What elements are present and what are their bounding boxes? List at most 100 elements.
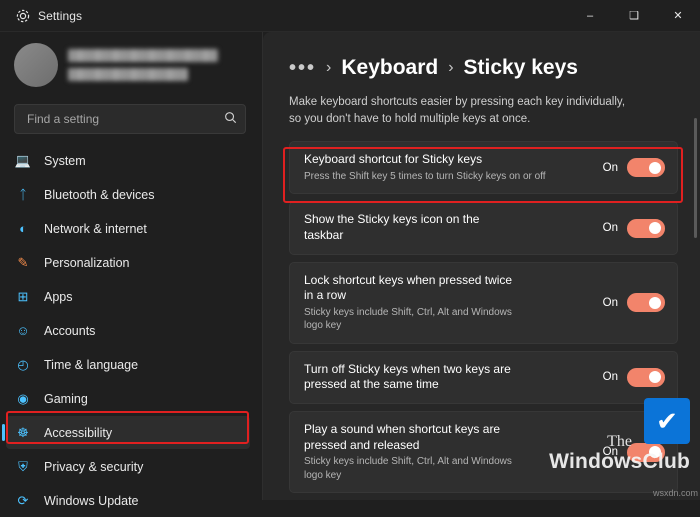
sidebar-item-apps[interactable]: ⊞ Apps	[6, 280, 250, 313]
setting-title: Keyboard shortcut for Sticky keys	[304, 152, 483, 167]
toggle-knob	[649, 222, 661, 235]
check-icon: ✔	[656, 406, 678, 436]
accessibility-icon: ☸	[17, 425, 29, 440]
toggle-state-label: On	[602, 296, 618, 309]
corner-source-tag: wsxdn.com	[652, 488, 698, 498]
setting-text: Play a sound when shortcut keys are pres…	[304, 422, 603, 482]
window-body: 💻 System ᛏ Bluetooth & devices ◐ Network…	[0, 32, 700, 508]
accounts-icon: ☺	[16, 323, 30, 338]
watermark-badge: ✔	[644, 398, 690, 444]
close-button[interactable]: ✕	[656, 0, 700, 32]
toggle-state-label: On	[602, 222, 618, 235]
setting-card-lock-shortcut-keys[interactable]: Lock shortcut keys when pressed twice in…	[289, 261, 678, 344]
content-scrollbar[interactable]	[694, 118, 697, 238]
toggle-group[interactable]: On	[602, 293, 665, 313]
toggle-switch[interactable]	[627, 293, 665, 313]
search-icon	[224, 111, 237, 127]
sidebar-item-accessibility[interactable]: ☸ Accessibility	[2, 416, 250, 449]
toggle-switch[interactable]	[627, 158, 665, 178]
account-name-blurred	[68, 49, 218, 62]
setting-subtitle: Sticky keys include Shift, Ctrl, Alt and…	[304, 306, 512, 332]
toggle-group[interactable]: On	[602, 218, 665, 238]
setting-title: Show the Sticky keys icon on the taskbar	[304, 212, 480, 243]
sidebar-item-label: Windows Update	[44, 493, 139, 508]
sidebar-item-label: Gaming	[44, 391, 88, 406]
sidebar-item-label: Time & language	[44, 357, 139, 372]
maximize-button[interactable]: ❑	[612, 0, 656, 32]
setting-card-keyboard-shortcut[interactable]: Keyboard shortcut for Sticky keys Press …	[289, 141, 678, 195]
page-description: Make keyboard shortcuts easier by pressi…	[289, 96, 626, 125]
minimize-button[interactable]: –	[568, 0, 612, 32]
toggle-knob	[649, 446, 661, 459]
update-icon: ⟳	[17, 493, 29, 508]
toggle-group[interactable]: On	[602, 442, 665, 462]
avatar	[14, 43, 58, 87]
sidebar-item-label: Privacy & security	[44, 459, 144, 474]
sidebar-item-label: System	[44, 153, 86, 168]
setting-text: Lock shortcut keys when pressed twice in…	[304, 273, 603, 333]
setting-card-play-sound[interactable]: Play a sound when shortcut keys are pres…	[289, 411, 678, 494]
sidebar-item-system[interactable]: 💻 System	[6, 144, 250, 177]
apps-icon: ⊞	[17, 289, 29, 304]
sidebar: 💻 System ᛏ Bluetooth & devices ◐ Network…	[0, 32, 262, 508]
sidebar-item-label: Accessibility	[44, 425, 113, 440]
setting-title: Play a sound when shortcut keys are pres…	[304, 422, 501, 452]
setting-subtitle: Sticky keys include Shift, Ctrl, Alt and…	[304, 456, 512, 481]
network-icon: ◐	[19, 221, 27, 236]
sidebar-item-windows-update[interactable]: ⟳ Windows Update	[6, 484, 250, 517]
window-controls: – ❑ ✕	[568, 0, 700, 32]
toggle-group[interactable]: On	[602, 367, 665, 387]
setting-text: Turn off Sticky keys when two keys are p…	[304, 362, 603, 393]
toggle-knob	[649, 296, 661, 309]
settings-gear-icon	[8, 8, 38, 24]
shield-icon: ⛨	[18, 459, 28, 474]
breadcrumb-overflow-button[interactable]: •••	[289, 57, 316, 80]
sidebar-item-label: Accounts	[44, 323, 96, 338]
chevron-right-icon: ›	[326, 59, 332, 76]
breadcrumb: ••• › Keyboard › Sticky keys	[263, 32, 700, 90]
sidebar-item-network-internet[interactable]: ◐ Network & internet	[6, 212, 250, 245]
setting-text: Keyboard shortcut for Sticky keys Press …	[304, 152, 603, 183]
sidebar-nav: 💻 System ᛏ Bluetooth & devices ◐ Network…	[0, 144, 254, 517]
title-bar: Settings – ❑ ✕	[0, 0, 700, 32]
toggle-switch[interactable]	[627, 218, 665, 238]
breadcrumb-keyboard[interactable]: Keyboard	[341, 56, 438, 80]
account-email-blurred	[68, 68, 188, 81]
setting-card-turn-off-two-keys[interactable]: Turn off Sticky keys when two keys are p…	[289, 350, 678, 404]
setting-subtitle: Press the Shift key 5 times to turn Stic…	[304, 170, 546, 182]
chevron-right-icon: ›	[448, 59, 454, 76]
toggle-state-label: On	[602, 446, 618, 459]
sidebar-item-bluetooth-devices[interactable]: ᛏ Bluetooth & devices	[6, 178, 250, 211]
toggle-state-label: On	[602, 161, 618, 174]
sidebar-item-label: Bluetooth & devices	[44, 187, 155, 202]
account-text	[68, 49, 218, 81]
toggle-group[interactable]: On	[602, 158, 665, 178]
sidebar-item-accounts[interactable]: ☺ Accounts	[6, 314, 250, 347]
content-pane: ••• › Keyboard › Sticky keys Make keyboa…	[263, 32, 700, 500]
toggle-knob	[649, 371, 661, 384]
toggle-switch[interactable]	[627, 367, 665, 387]
settings-card-list: Keyboard shortcut for Sticky keys Press …	[263, 141, 700, 494]
window-title: Settings	[38, 8, 83, 23]
sidebar-item-privacy-security[interactable]: ⛨ Privacy & security	[6, 450, 250, 483]
personalization-icon: ✎	[17, 255, 29, 270]
toggle-switch[interactable]	[627, 442, 665, 462]
toggle-state-label: On	[602, 371, 618, 384]
gaming-icon: ◉	[17, 391, 29, 406]
sidebar-item-label: Personalization	[44, 255, 130, 270]
setting-title: Turn off Sticky keys when two keys are p…	[304, 361, 511, 392]
setting-title: Lock shortcut keys when pressed twice in…	[304, 272, 513, 303]
sidebar-item-label: Network & internet	[44, 221, 147, 236]
sidebar-item-gaming[interactable]: ◉ Gaming	[6, 382, 250, 415]
sidebar-item-time-language[interactable]: ◴ Time & language	[6, 348, 250, 381]
account-block[interactable]	[0, 32, 254, 98]
bluetooth-icon: ᛏ	[19, 187, 27, 202]
clock-icon: ◴	[17, 357, 29, 372]
toggle-knob	[649, 161, 661, 174]
setting-card-show-icon-taskbar[interactable]: Show the Sticky keys icon on the taskbar…	[289, 201, 678, 255]
setting-text: Show the Sticky keys icon on the taskbar	[304, 212, 603, 243]
search-box[interactable]	[14, 104, 246, 134]
search-input[interactable]	[25, 111, 224, 127]
sidebar-item-personalization[interactable]: ✎ Personalization	[6, 246, 250, 279]
sidebar-item-label: Apps	[44, 289, 73, 304]
